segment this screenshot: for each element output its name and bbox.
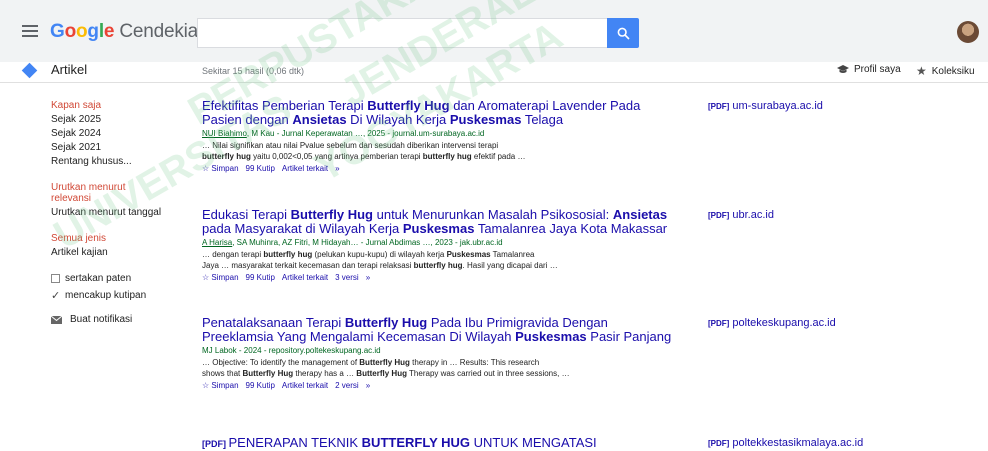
pdf-link[interactable]: [PDF] poltekkestasikmalaya.ac.id xyxy=(708,437,863,449)
save-button[interactable]: ☆ Simpan xyxy=(202,273,239,282)
pdf-tag: [PDF] xyxy=(708,319,730,328)
cite-button[interactable]: 99 Kutip xyxy=(246,381,275,390)
divider xyxy=(0,82,988,83)
results-count: Sekitar 15 hasil (0,06 dtk) xyxy=(202,66,305,76)
cite-button[interactable]: 99 Kutip xyxy=(246,164,275,173)
checkmark-icon: ✓ xyxy=(51,290,61,302)
create-alert[interactable]: Buat notifikasi xyxy=(51,314,191,325)
result-title[interactable]: Efektifitas Pemberian Terapi Butterfly H… xyxy=(202,99,672,127)
author-link[interactable]: NUI Biahimo xyxy=(202,129,247,138)
more-icon[interactable]: » xyxy=(366,381,370,390)
include-citations-checkbox[interactable]: ✓ mencakup kutipan xyxy=(51,289,191,302)
author-link[interactable]: A Harisa xyxy=(202,238,232,247)
result-authors: MJ Labok - 2024 - repository.poltekeskup… xyxy=(202,346,672,356)
section-title: Artikel xyxy=(51,62,88,77)
filter-since-2025[interactable]: Sejak 2025 xyxy=(51,114,191,125)
menu-icon[interactable] xyxy=(22,25,38,37)
cite-label: Kutip xyxy=(256,273,275,282)
more-icon[interactable]: » xyxy=(335,164,339,173)
top-bar: Google Cendekia xyxy=(0,0,988,62)
filter-since-2024[interactable]: Sejak 2024 xyxy=(51,128,191,139)
cite-label: Kutip xyxy=(256,381,275,390)
logo-google: Google xyxy=(50,21,115,42)
snippet-line: butterfly hug yaitu 0,002<0,05 yang arti… xyxy=(202,152,526,161)
result-snippet: … Nilai signifikan atau nilai Pvalue seb… xyxy=(202,140,672,162)
filter-since-2021[interactable]: Sejak 2021 xyxy=(51,142,191,153)
pdf-tag: [PDF] xyxy=(708,211,730,220)
snippet-line: … Nilai signifikan atau nilai Pvalue seb… xyxy=(202,141,499,150)
profile-label: Profil saya xyxy=(854,64,901,75)
star-icon: ★ xyxy=(916,64,927,78)
result-snippet: … dengan terapi butterfly hug (pelukan k… xyxy=(202,249,672,271)
result-actions: ☆ Simpan 99 Kutip Artikel terkait 3 vers… xyxy=(202,273,672,282)
related-articles-link[interactable]: Artikel terkait xyxy=(282,381,328,390)
result-authors: NUI Biahimo, M Kau - Jurnal Keperawatan … xyxy=(202,129,672,139)
save-button[interactable]: ☆ Simpan xyxy=(202,164,239,173)
envelope-icon xyxy=(51,315,62,324)
graduation-cap-icon xyxy=(837,64,849,73)
profile-link[interactable]: Profil saya xyxy=(837,64,901,75)
include-patents-checkbox[interactable]: sertakan paten xyxy=(51,273,191,284)
authors-text: , M Kau - Jurnal Keperawatan …, 2025 - j… xyxy=(246,129,485,138)
include-patents-label: sertakan paten xyxy=(65,273,132,284)
logo-cendekia: Cendekia xyxy=(119,21,199,42)
save-label: Simpan xyxy=(211,164,239,173)
snippet-line: … Objective: To identify the management … xyxy=(202,358,540,367)
save-label: Simpan xyxy=(211,381,239,390)
pdf-source: um-surabaya.ac.id xyxy=(732,100,823,112)
result-item: [PDF] PENERAPAN TEKNIK BUTTERFLY HUG UNT… xyxy=(202,436,672,451)
related-articles-link[interactable]: Artikel terkait xyxy=(282,273,328,282)
authors-text: MJ Labok - 2024 - repository.poltekeskup… xyxy=(202,346,381,355)
save-button[interactable]: ☆ Simpan xyxy=(202,381,239,390)
pdf-link[interactable]: [PDF] ubr.ac.id xyxy=(708,209,774,221)
versions-link[interactable]: 2 versi xyxy=(335,381,359,390)
filter-all-types[interactable]: Semua jenis xyxy=(51,233,191,244)
pdf-link[interactable]: [PDF] poltekeskupang.ac.id xyxy=(708,317,836,329)
result-title[interactable]: Penatalaksanaan Terapi Butterfly Hug Pad… xyxy=(202,316,672,344)
snippet-line: … dengan terapi butterfly hug (pelukan k… xyxy=(202,250,535,259)
sort-relevance[interactable]: Urutkan menurut relevansi xyxy=(51,182,131,204)
result-title[interactable]: Edukasi Terapi Butterfly Hug untuk Menur… xyxy=(202,208,672,236)
result-snippet: … Objective: To identify the management … xyxy=(202,357,672,379)
avatar[interactable] xyxy=(957,21,979,43)
more-icon[interactable]: » xyxy=(366,273,370,282)
logo[interactable]: Google Cendekia xyxy=(50,21,198,43)
save-label: Simpan xyxy=(211,273,239,282)
pdf-source: poltekeskupang.ac.id xyxy=(732,317,836,329)
checkbox-empty-icon xyxy=(51,274,60,283)
authors-text: , SA Muhinra, AZ Fitri, M Hidayah… - Jur… xyxy=(232,238,503,247)
result-actions: ☆ Simpan 99 Kutip Artikel terkait 2 vers… xyxy=(202,381,672,390)
pdf-link[interactable]: [PDF] um-surabaya.ac.id xyxy=(708,100,823,112)
articles-diamond-icon xyxy=(21,62,38,79)
cite-label: Kutip xyxy=(256,164,275,173)
result-item: Edukasi Terapi Butterfly Hug untuk Menur… xyxy=(202,208,672,283)
versions-link[interactable]: 3 versi xyxy=(335,273,359,282)
result-item: Penatalaksanaan Terapi Butterfly Hug Pad… xyxy=(202,316,672,391)
search-icon xyxy=(617,27,630,40)
pdf-source: ubr.ac.id xyxy=(732,209,774,221)
filter-any-time[interactable]: Kapan saja xyxy=(51,100,191,111)
related-articles-link[interactable]: Artikel terkait xyxy=(282,164,328,173)
result-actions: ☆ Simpan 99 Kutip Artikel terkait » xyxy=(202,164,672,173)
pdf-source: poltekkestasikmalaya.ac.id xyxy=(732,437,864,449)
result-authors: A Harisa, SA Muhinra, AZ Fitri, M Hidaya… xyxy=(202,238,672,248)
search-input[interactable] xyxy=(197,18,607,48)
include-citations-label: mencakup kutipan xyxy=(65,290,147,301)
filter-custom-range[interactable]: Rentang khusus... xyxy=(51,156,191,167)
snippet-line: shows that Butterfly Hug therapy has a …… xyxy=(202,369,570,378)
result-title[interactable]: [PDF] PENERAPAN TEKNIK BUTTERFLY HUG UNT… xyxy=(202,436,672,451)
sidebar: Kapan saja Sejak 2025 Sejak 2024 Sejak 2… xyxy=(51,100,191,325)
collection-link[interactable]: ★ Koleksiku xyxy=(916,64,975,78)
snippet-line: Jaya … masyarakat terkait kecemasan dan … xyxy=(202,261,558,270)
result-item: Efektifitas Pemberian Terapi Butterfly H… xyxy=(202,99,672,174)
pdf-tag: [PDF] xyxy=(708,102,730,111)
collection-label: Koleksiku xyxy=(931,65,975,77)
pdf-tag: [PDF] xyxy=(708,439,730,448)
sort-date[interactable]: Urutkan menurut tanggal xyxy=(51,207,191,218)
search-button[interactable] xyxy=(607,18,639,48)
filter-review-articles[interactable]: Artikel kajian xyxy=(51,247,191,258)
cite-button[interactable]: 99 Kutip xyxy=(246,273,275,282)
create-alert-label: Buat notifikasi xyxy=(70,314,133,325)
